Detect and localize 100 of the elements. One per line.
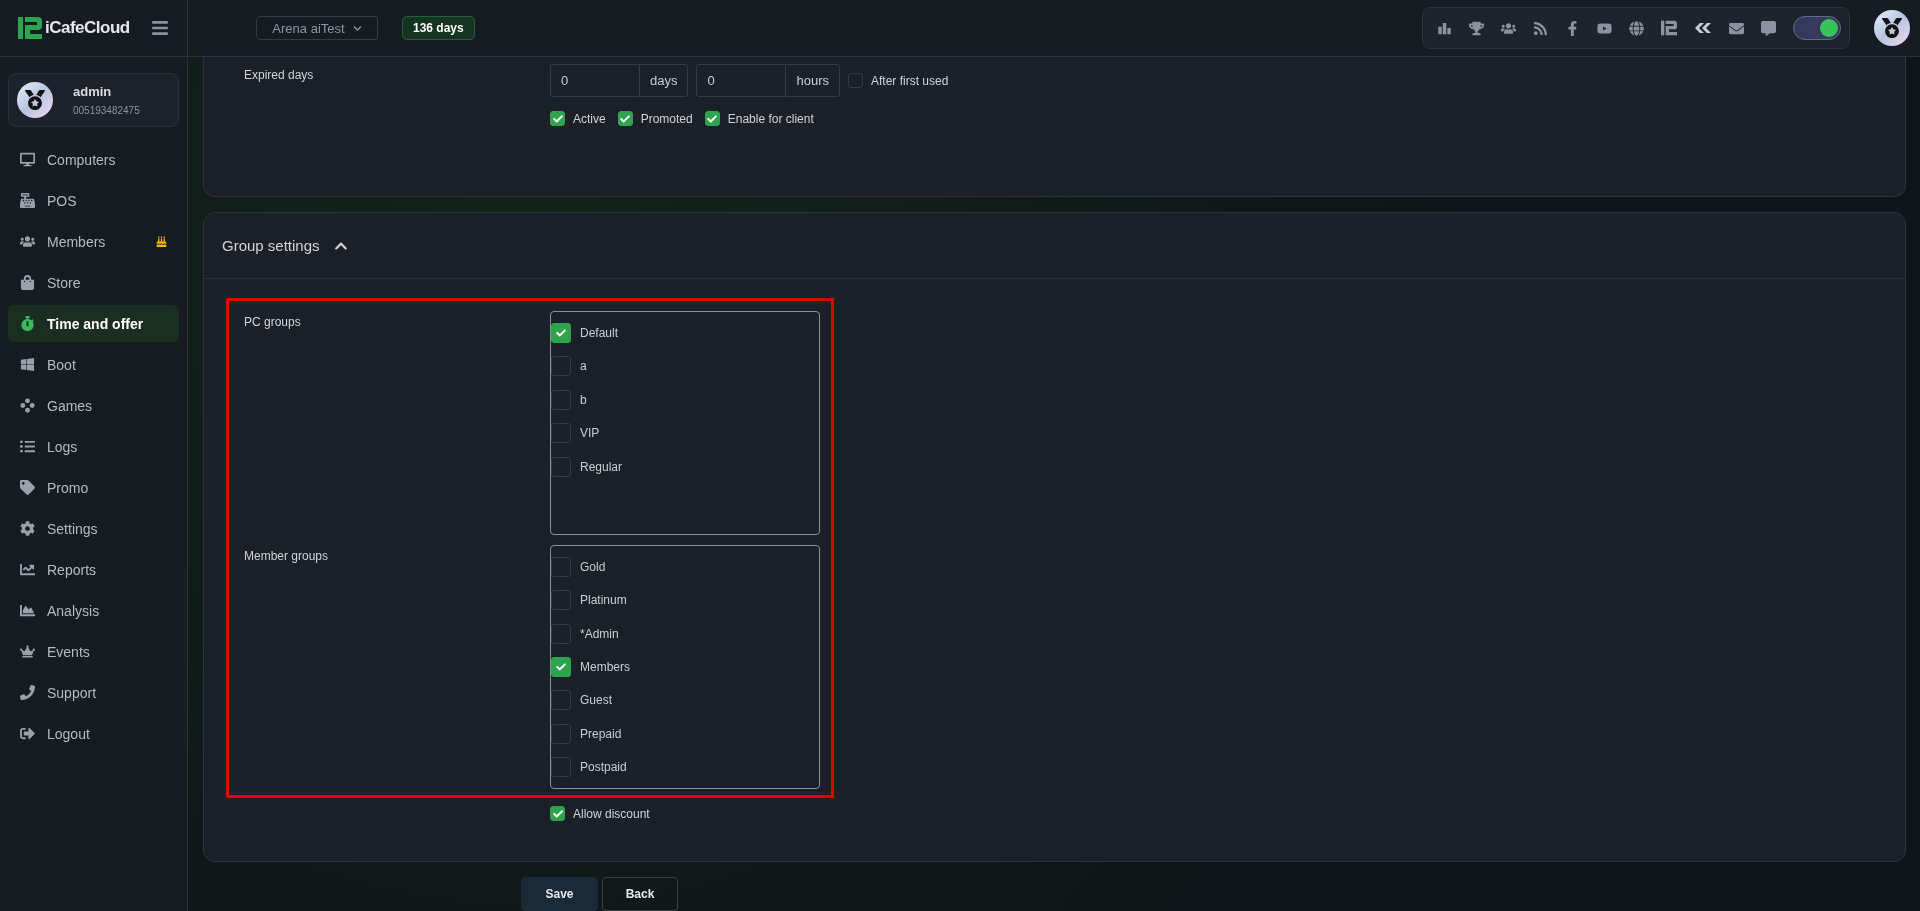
days-badge: 136 days: [402, 16, 475, 40]
sidebar-item[interactable]: Members: [8, 223, 179, 260]
menu-item-icon: [20, 275, 35, 290]
menu-label: Events: [47, 643, 91, 660]
sidebar-item[interactable]: Support: [8, 674, 179, 711]
rss-icon[interactable]: [1533, 20, 1548, 36]
menu-label: Computers: [47, 151, 117, 168]
checkbox[interactable]: [551, 456, 571, 477]
checkbox[interactable]: [551, 556, 571, 577]
checkbox[interactable]: [551, 356, 571, 377]
menu-item-icon: [20, 644, 35, 659]
chevrons-icon[interactable]: [1694, 22, 1712, 34]
checkbox-label[interactable]: a: [580, 359, 587, 374]
checkbox-label[interactable]: Default: [580, 325, 619, 340]
field-label: Expired days: [244, 67, 315, 84]
checkbox[interactable]: [617, 111, 633, 126]
menu-icon[interactable]: [151, 19, 169, 37]
menu-label: Reports: [47, 561, 98, 578]
facebook-icon[interactable]: [1565, 20, 1580, 36]
checkbox-label[interactable]: Enable for client: [727, 111, 814, 126]
checkbox[interactable]: [704, 111, 720, 126]
checkbox-label[interactable]: *Admin: [580, 626, 619, 641]
checkbox-label[interactable]: Postpaid: [580, 760, 627, 775]
leaderboard-icon[interactable]: [1437, 20, 1452, 36]
sidebar-item[interactable]: Analysis: [8, 592, 179, 629]
checkbox-label[interactable]: VIP: [580, 426, 600, 441]
checkbox-label[interactable]: b: [580, 392, 587, 407]
menu-label: Time and offer: [47, 315, 145, 332]
checkbox[interactable]: [551, 423, 571, 444]
brand-name: iCafeCloud: [45, 18, 130, 38]
logo-icon[interactable]: [1661, 20, 1677, 36]
section-header[interactable]: Group settings: [204, 213, 1905, 279]
menu-label: Promo: [47, 479, 90, 496]
checkbox-label[interactable]: Promoted: [640, 111, 693, 126]
checkbox-label[interactable]: Active: [573, 111, 606, 126]
logo-icon: [18, 17, 42, 39]
checkbox[interactable]: [551, 623, 571, 644]
sidebar-item[interactable]: Settings: [8, 510, 179, 547]
checkbox-label[interactable]: Regular: [580, 459, 623, 474]
store-select[interactable]: Arena aiTest: [256, 16, 378, 40]
check-icon: [552, 113, 563, 124]
avatar-icon[interactable]: [1874, 10, 1910, 46]
sidebar-item[interactable]: Games: [8, 387, 179, 424]
days-input[interactable]: 0: [550, 64, 640, 97]
menu-label: Store: [47, 274, 82, 291]
sidebar-item[interactable]: Computers: [8, 141, 179, 178]
menu-label: Settings: [47, 520, 99, 537]
checkbox-label[interactable]: Allow discount: [573, 806, 650, 821]
checkbox-label[interactable]: Guest: [580, 693, 612, 708]
sidebar-item[interactable]: Logout: [8, 715, 179, 752]
menu-item-icon: [20, 193, 35, 208]
checkbox-label[interactable]: Members: [580, 659, 630, 674]
user-id: 005193482475: [73, 105, 140, 116]
menu-item-icon: [20, 726, 35, 741]
menu-label: Games: [47, 397, 94, 414]
toggle-switch[interactable]: [1793, 16, 1841, 40]
checkbox[interactable]: [550, 806, 565, 821]
checkbox[interactable]: [551, 757, 571, 778]
hours-input[interactable]: 0: [696, 64, 787, 97]
sidebar-item[interactable]: POS: [8, 182, 179, 219]
unit-addon: hours: [786, 64, 840, 97]
sidebar-item[interactable]: Events: [8, 633, 179, 670]
sidebar-item[interactable]: Store: [8, 264, 179, 301]
check-icon: [620, 113, 631, 124]
sidebar-item[interactable]: Reports: [8, 551, 179, 588]
checkbox[interactable]: [551, 690, 571, 711]
sidebar-item[interactable]: Logs: [8, 428, 179, 465]
checkbox[interactable]: [551, 656, 571, 677]
check-icon: [556, 661, 566, 672]
unit-addon: days: [640, 64, 689, 97]
checkbox-label[interactable]: After first used: [871, 73, 949, 88]
checkbox[interactable]: [551, 723, 571, 744]
user-name: admin: [73, 84, 113, 99]
users-icon[interactable]: [1501, 20, 1516, 36]
sidebar-item[interactable]: Boot: [8, 346, 179, 383]
menu-label: Logs: [47, 438, 79, 455]
trophy-icon[interactable]: [1469, 20, 1484, 36]
chat-icon[interactable]: [1761, 20, 1776, 36]
menu-label: Members: [47, 233, 107, 250]
checkbox[interactable]: [551, 590, 571, 611]
checkbox-label[interactable]: Prepaid: [580, 726, 622, 741]
checkbox[interactable]: [551, 322, 571, 343]
sidebar-item[interactable]: Promo: [8, 469, 179, 506]
menu-label: Logout: [47, 725, 91, 742]
checkbox[interactable]: [551, 389, 571, 410]
section-title: Group settings: [222, 237, 320, 254]
save-button[interactable]: Save: [521, 877, 598, 911]
mail-icon[interactable]: [1729, 20, 1744, 36]
avatar-icon: [17, 82, 53, 118]
menu-label: POS: [47, 192, 78, 209]
sidebar-item[interactable]: Time and offer: [8, 305, 179, 342]
globe-icon[interactable]: [1629, 20, 1644, 36]
menu-item-icon: [20, 562, 35, 577]
checkbox[interactable]: [550, 111, 565, 126]
checkbox-label[interactable]: Gold: [580, 559, 606, 574]
menu-label: Boot: [47, 356, 77, 373]
back-button[interactable]: Back: [602, 877, 678, 911]
checkbox-label[interactable]: Platinum: [580, 593, 627, 608]
menu-label: Support: [47, 684, 98, 701]
checkbox[interactable]: [848, 73, 863, 88]
